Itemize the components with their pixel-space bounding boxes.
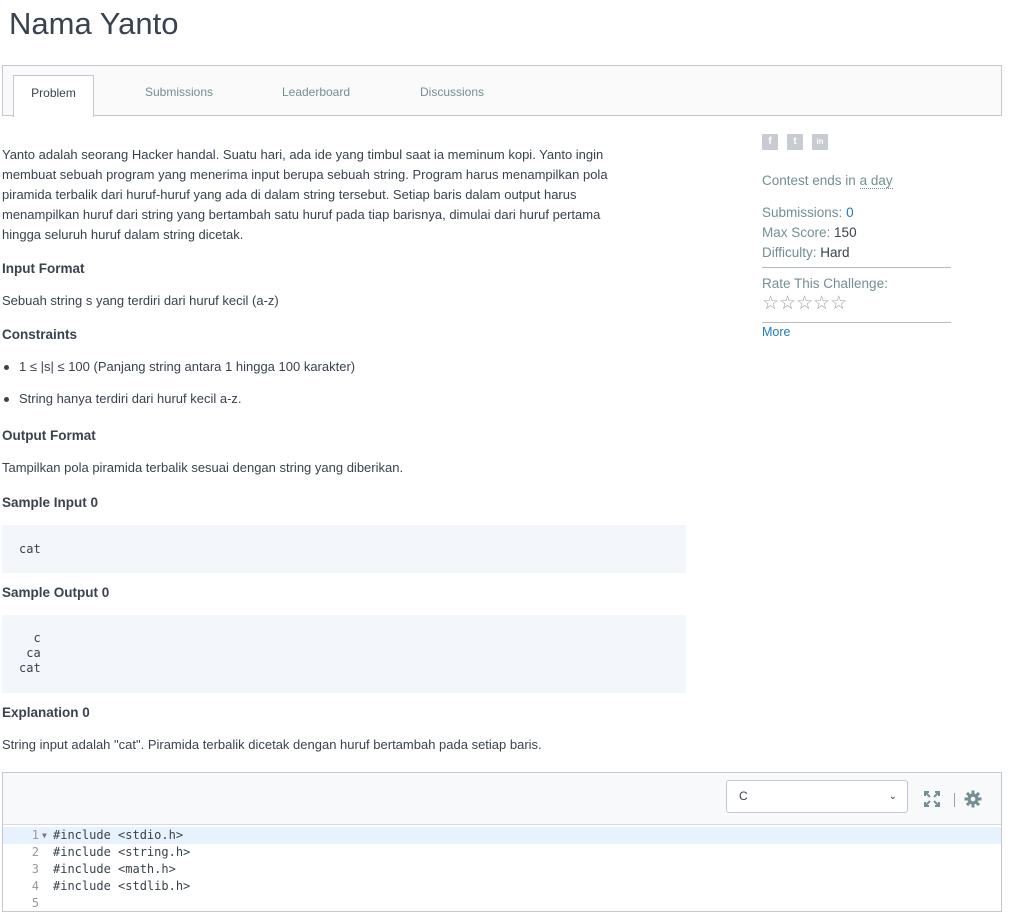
tab-discussions[interactable]: Discussions bbox=[413, 75, 491, 117]
chevron-down-icon: ⌄ bbox=[888, 791, 897, 802]
divider bbox=[762, 267, 951, 268]
submissions-link[interactable]: 0 bbox=[846, 205, 854, 220]
line-number: 3 bbox=[31, 862, 39, 876]
twitter-icon[interactable]: t bbox=[787, 134, 803, 150]
description-line: piramida terbalik dari huruf-huruf yang … bbox=[2, 187, 577, 202]
contest-ends-value: a day bbox=[859, 173, 893, 189]
star-icon[interactable]: ☆ bbox=[779, 293, 796, 314]
description-line: membuat sebuah program yang menerima inp… bbox=[2, 167, 608, 182]
tab-problem[interactable]: Problem bbox=[13, 75, 94, 117]
more-link[interactable]: More bbox=[762, 325, 790, 339]
max-score-label: Max Score: bbox=[762, 225, 831, 240]
input-format-heading: Input Format bbox=[2, 261, 85, 276]
code-line[interactable]: 2 #include <string.h> bbox=[3, 844, 1001, 861]
language-select[interactable]: C ⌄ bbox=[726, 780, 908, 813]
facebook-icon[interactable]: f bbox=[762, 134, 778, 150]
sample-input-heading: Sample Input 0 bbox=[2, 495, 99, 510]
toolbar-separator bbox=[954, 793, 955, 807]
sample-input-code: cat bbox=[19, 542, 41, 556]
language-value: C bbox=[739, 789, 748, 803]
fullscreen-icon[interactable] bbox=[923, 790, 941, 808]
code-lines[interactable]: 1 ▼ #include <stdio.h> 2 #include <strin… bbox=[3, 827, 1001, 912]
max-score-stat: Max Score: 150 bbox=[762, 225, 857, 240]
bullet-icon bbox=[4, 397, 9, 402]
line-code: #include <stdlib.h> bbox=[53, 879, 191, 893]
code-line[interactable]: 1 ▼ #include <stdio.h> bbox=[3, 827, 1001, 844]
line-code: #include <math.h> bbox=[53, 862, 176, 876]
explanation-heading: Explanation 0 bbox=[2, 705, 90, 720]
rating-stars: ☆☆☆☆☆ bbox=[762, 292, 847, 315]
code-line[interactable]: 4 #include <stdlib.h> bbox=[3, 878, 1001, 895]
line-number: 5 bbox=[31, 896, 39, 910]
star-icon[interactable]: ☆ bbox=[762, 293, 779, 314]
sample-output-heading: Sample Output 0 bbox=[2, 585, 110, 600]
difficulty-value: Hard bbox=[820, 245, 850, 260]
code-line[interactable]: 5 bbox=[3, 895, 1001, 912]
max-score-value: 150 bbox=[834, 225, 857, 240]
gear-icon[interactable] bbox=[964, 790, 982, 808]
sample-input-box: cat bbox=[2, 525, 686, 573]
sample-output-box: c ca cat bbox=[2, 615, 686, 693]
line-number: 4 bbox=[31, 879, 39, 893]
tab-bar: Problem Submissions Leaderboard Discussi… bbox=[2, 65, 1002, 117]
page-title: Nama Yanto bbox=[9, 6, 179, 41]
code-editor: C ⌄ 1 ▼ #include <stdio.h> 2 #include <s… bbox=[2, 772, 1002, 912]
description-line: hingga seluruh huruf dalam string diceta… bbox=[2, 227, 244, 242]
editor-toolbar: C ⌄ bbox=[3, 773, 1001, 825]
star-icon[interactable]: ☆ bbox=[830, 293, 847, 314]
submissions-stat: Submissions: 0 bbox=[762, 205, 854, 220]
description-line: Yanto adalah seorang Hacker handal. Suat… bbox=[2, 147, 604, 162]
line-code: #include <stdio.h> bbox=[53, 828, 184, 842]
sample-output-code: c ca cat bbox=[19, 631, 41, 675]
code-line[interactable]: 3 #include <math.h> bbox=[3, 861, 1001, 878]
tab-leaderboard[interactable]: Leaderboard bbox=[275, 75, 357, 117]
line-code: #include <string.h> bbox=[53, 845, 191, 859]
linkedin-icon[interactable]: in bbox=[812, 134, 828, 150]
rate-label: Rate This Challenge: bbox=[762, 276, 888, 291]
line-number: 1 bbox=[31, 828, 39, 842]
bullet-icon bbox=[4, 365, 9, 370]
fold-arrow-icon[interactable]: ▼ bbox=[42, 827, 47, 844]
divider bbox=[762, 322, 951, 323]
output-format-heading: Output Format bbox=[2, 428, 96, 443]
constraint-text: String hanya terdiri dari huruf kecil a-… bbox=[19, 391, 242, 406]
line-number: 2 bbox=[31, 845, 39, 859]
difficulty-stat: Difficulty: Hard bbox=[762, 245, 850, 260]
contest-ends: Contest ends in a day bbox=[762, 173, 893, 189]
explanation-text: String input adalah "cat". Piramida terb… bbox=[2, 737, 542, 752]
description-line: menampilkan huruf dari string yang berta… bbox=[2, 207, 601, 222]
submissions-label: Submissions: bbox=[762, 205, 843, 220]
constraints-heading: Constraints bbox=[2, 327, 78, 342]
star-icon[interactable]: ☆ bbox=[796, 293, 813, 314]
difficulty-label: Difficulty: bbox=[762, 245, 817, 260]
output-format-text: Tampilkan pola piramida terbalik sesuai … bbox=[2, 460, 404, 475]
constraint-text: 1 ≤ |s| ≤ 100 (Panjang string antara 1 h… bbox=[19, 359, 356, 374]
tab-submissions[interactable]: Submissions bbox=[138, 75, 220, 117]
star-icon[interactable]: ☆ bbox=[813, 293, 830, 314]
contest-ends-label: Contest ends in bbox=[762, 173, 856, 188]
input-format-text: Sebuah string s yang terdiri dari huruf … bbox=[2, 293, 279, 308]
